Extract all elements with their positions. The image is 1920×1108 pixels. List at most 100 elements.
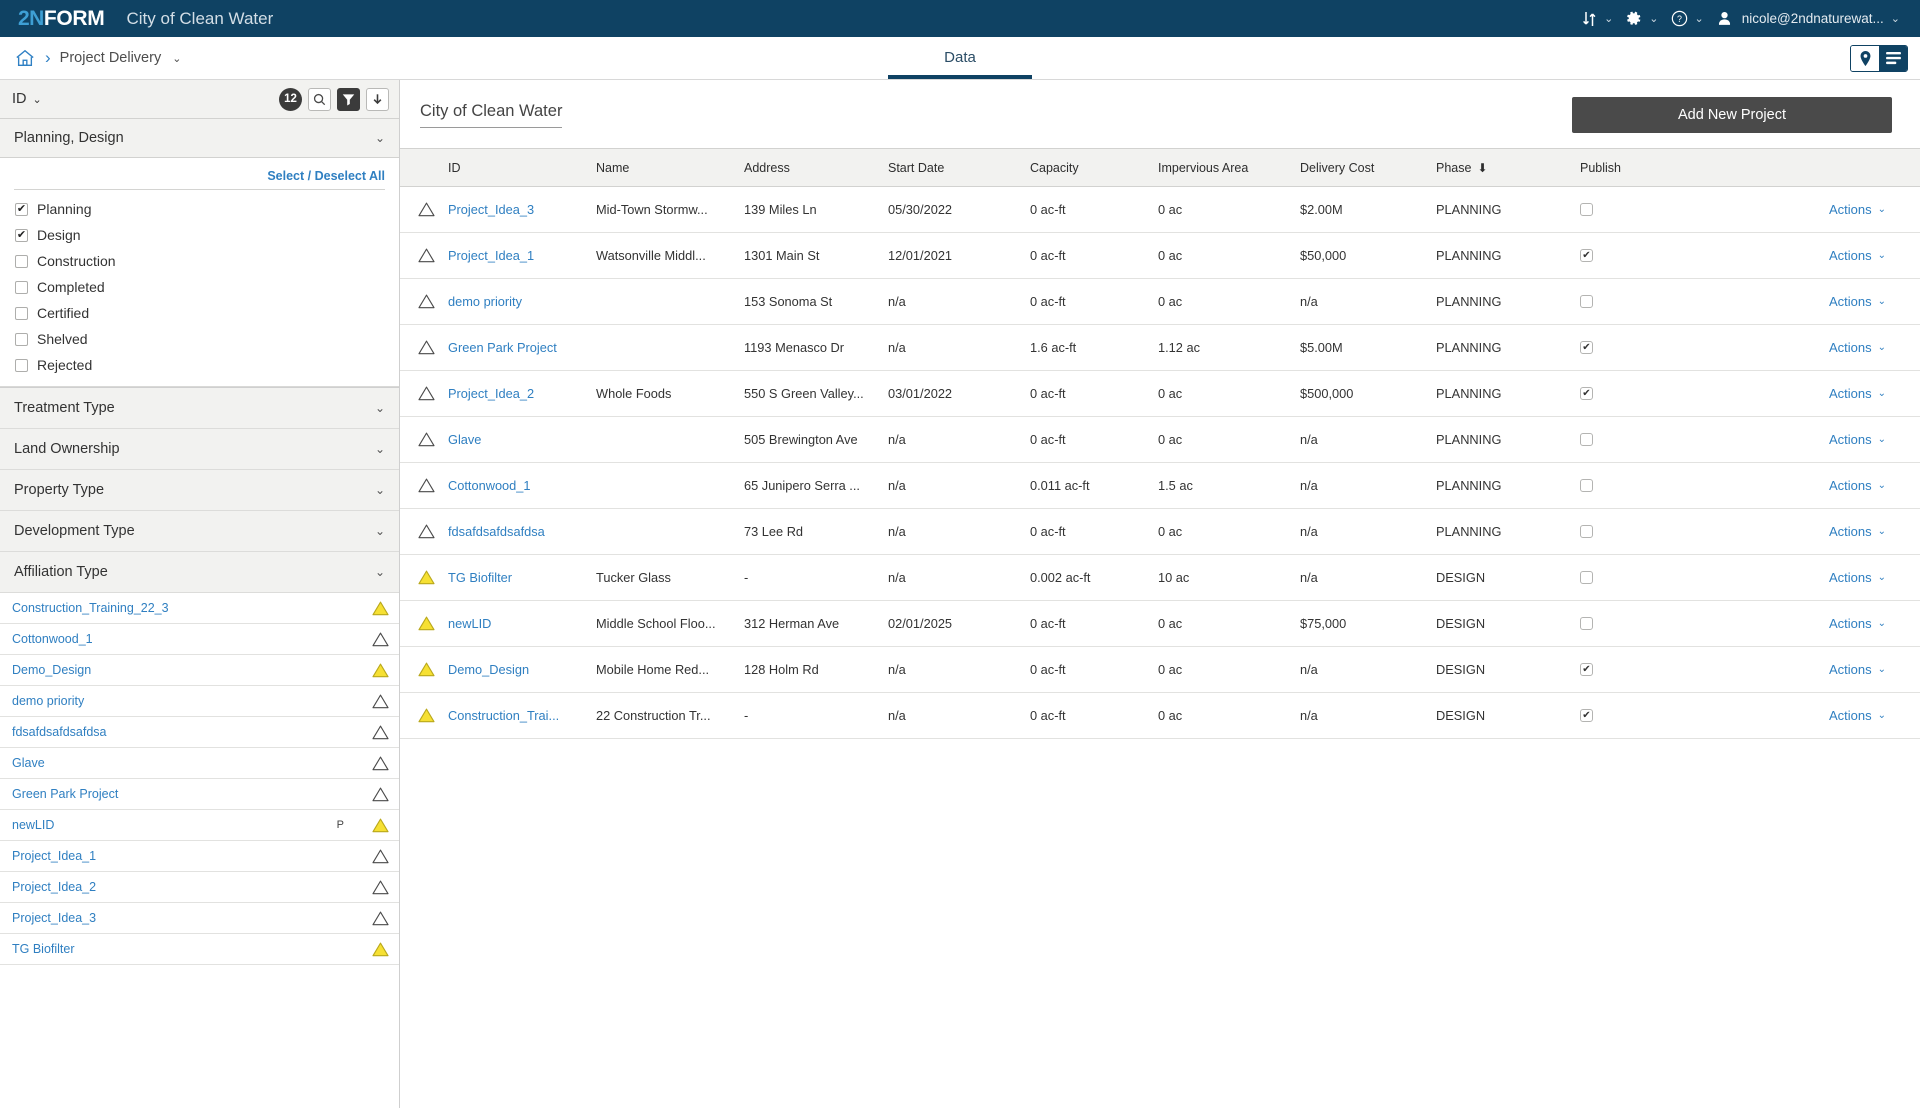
phase-option-rejected[interactable]: Rejected	[14, 352, 385, 378]
sidebar-project-item[interactable]: Construction_Training_22_3	[0, 593, 399, 624]
column-header-pub[interactable]: Publish	[1580, 148, 1700, 187]
home-icon[interactable]	[14, 48, 36, 68]
row-actions-menu[interactable]: Actions ⌄	[1829, 708, 1886, 723]
user-account-menu[interactable]: nicole@2ndnaturewat... ⌄	[1710, 0, 1906, 37]
table-row[interactable]: Project_Idea_2 Whole Foods 550 S Green Val…	[400, 370, 1920, 417]
sidebar-download-button[interactable]	[366, 87, 389, 111]
phase-option-checkbox[interactable]	[15, 332, 28, 346]
sidebar-project-item[interactable]: newLID P	[0, 810, 399, 841]
filter-group-land-ownership[interactable]: Land Ownership ⌄	[0, 429, 399, 470]
project-id-link[interactable]: Glave	[448, 432, 596, 447]
map-view-button[interactable]	[1851, 45, 1879, 71]
sidebar-project-name[interactable]: demo priority	[12, 694, 84, 708]
sidebar-project-item[interactable]: Glave	[0, 748, 399, 779]
publish-checkbox[interactable]	[1580, 525, 1593, 538]
phase-option-checkbox[interactable]	[15, 358, 28, 372]
table-row[interactable]: newLID Middle School Floo... 312 Herman Av…	[400, 600, 1920, 647]
table-row[interactable]: Glave 505 Brewington Ave n/a 0 ac-ft 0 ac n/a…	[400, 416, 1920, 463]
breadcrumb-project-delivery[interactable]: Project Delivery	[60, 50, 162, 66]
column-header-phase[interactable]: Phase ⬇	[1436, 148, 1580, 187]
sidebar-project-name[interactable]: TG Biofilter	[12, 942, 75, 956]
publish-checkbox[interactable]	[1580, 663, 1593, 676]
sidebar-project-name[interactable]: fdsafdsafdsafdsa	[12, 725, 107, 739]
sidebar-project-item[interactable]: Project_Idea_2	[0, 872, 399, 903]
sidebar-project-name[interactable]: Demo_Design	[12, 663, 91, 677]
sidebar-project-item[interactable]: Project_Idea_3	[0, 903, 399, 934]
phase-option-design[interactable]: Design	[14, 222, 385, 248]
project-id-link[interactable]: Project_Idea_2	[448, 386, 596, 401]
phase-option-construction[interactable]: Construction	[14, 248, 385, 274]
table-row[interactable]: Project_Idea_1 Watsonville Middl... 1301 M…	[400, 232, 1920, 279]
publish-checkbox[interactable]	[1580, 203, 1593, 216]
filter-group-property-type[interactable]: Property Type ⌄	[0, 470, 399, 511]
row-actions-menu[interactable]: Actions ⌄	[1829, 478, 1886, 493]
publish-checkbox[interactable]	[1580, 617, 1593, 630]
sidebar-sort-selector[interactable]: ID ⌄	[12, 91, 42, 107]
project-id-link[interactable]: Demo_Design	[448, 662, 596, 677]
column-header-cost[interactable]: Delivery Cost	[1300, 148, 1436, 187]
row-actions-menu[interactable]: Actions ⌄	[1829, 662, 1886, 677]
phase-option-checkbox[interactable]	[15, 306, 28, 320]
phase-option-checkbox[interactable]	[15, 280, 28, 294]
sidebar-search-button[interactable]	[308, 87, 331, 111]
list-view-button[interactable]	[1879, 45, 1907, 71]
breadcrumb-caret-icon[interactable]: ⌄	[172, 52, 181, 65]
sidebar-project-name[interactable]: Cottonwood_1	[12, 632, 93, 646]
table-row[interactable]: demo priority 153 Sonoma St n/a 0 ac-ft 0 ac…	[400, 278, 1920, 325]
column-header-imp[interactable]: Impervious Area	[1158, 148, 1300, 187]
row-actions-menu[interactable]: Actions ⌄	[1829, 432, 1886, 447]
project-id-link[interactable]: demo priority	[448, 294, 596, 309]
table-row[interactable]: Construction_Trai... 22 Construction Tr..…	[400, 692, 1920, 739]
column-header-addr[interactable]: Address	[744, 148, 888, 187]
sidebar-project-item[interactable]: TG Biofilter	[0, 934, 399, 965]
sidebar-project-item[interactable]: demo priority	[0, 686, 399, 717]
row-actions-menu[interactable]: Actions ⌄	[1829, 340, 1886, 355]
project-id-link[interactable]: fdsafdsafdsafdsa	[448, 524, 596, 539]
sidebar-project-name[interactable]: Glave	[12, 756, 45, 770]
sidebar-project-item[interactable]: Project_Idea_1	[0, 841, 399, 872]
project-id-link[interactable]: Project_Idea_1	[448, 248, 596, 263]
column-header-date[interactable]: Start Date	[888, 148, 1030, 187]
column-header-name[interactable]: Name	[596, 148, 744, 187]
project-id-link[interactable]: Project_Idea_3	[448, 202, 596, 217]
table-row[interactable]: Green Park Project 1193 Menasco Dr n/a 1.6 …	[400, 324, 1920, 371]
column-header-flag[interactable]	[400, 148, 448, 187]
sidebar-project-name[interactable]: Green Park Project	[12, 787, 118, 801]
phase-option-checkbox[interactable]	[15, 254, 28, 268]
publish-checkbox[interactable]	[1580, 571, 1593, 584]
row-actions-menu[interactable]: Actions ⌄	[1829, 386, 1886, 401]
column-header-act[interactable]	[1700, 148, 1920, 187]
sidebar-project-name[interactable]: Construction_Training_22_3	[12, 601, 169, 615]
publish-checkbox[interactable]	[1580, 341, 1593, 354]
phase-option-shelved[interactable]: Shelved	[14, 326, 385, 352]
sidebar-project-item[interactable]: fdsafdsafdsafdsa	[0, 717, 399, 748]
help-menu-button[interactable]: ? ⌄	[1665, 0, 1710, 37]
column-header-id[interactable]: ID	[448, 148, 596, 187]
phase-option-certified[interactable]: Certified	[14, 300, 385, 326]
row-actions-menu[interactable]: Actions ⌄	[1829, 202, 1886, 217]
filter-group-treatment-type[interactable]: Treatment Type ⌄	[0, 388, 399, 429]
sidebar-project-name[interactable]: Project_Idea_3	[12, 911, 96, 925]
row-actions-menu[interactable]: Actions ⌄	[1829, 294, 1886, 309]
sidebar-filter-button[interactable]	[337, 87, 360, 111]
sidebar-project-name[interactable]: Project_Idea_2	[12, 880, 96, 894]
sidebar-project-item[interactable]: Green Park Project	[0, 779, 399, 810]
sidebar-project-name[interactable]: Project_Idea_1	[12, 849, 96, 863]
table-row[interactable]: Project_Idea_3 Mid-Town Stormw... 139 Mile…	[400, 186, 1920, 233]
table-row[interactable]: fdsafdsafdsafdsa 73 Lee Rd n/a 0 ac-ft 0 ac n…	[400, 508, 1920, 555]
project-id-link[interactable]: newLID	[448, 616, 596, 631]
phase-option-planning[interactable]: Planning	[14, 196, 385, 222]
phase-option-completed[interactable]: Completed	[14, 274, 385, 300]
add-new-project-button[interactable]: Add New Project	[1572, 97, 1892, 133]
publish-checkbox[interactable]	[1580, 709, 1593, 722]
table-row[interactable]: Demo_Design Mobile Home Red... 128 Holm Rd…	[400, 646, 1920, 693]
publish-checkbox[interactable]	[1580, 479, 1593, 492]
settings-menu-button[interactable]: ⌄	[1619, 0, 1664, 37]
table-row[interactable]: Cottonwood_1 65 Junipero Serra ... n/a 0.01…	[400, 462, 1920, 509]
sidebar-project-name[interactable]: newLID	[12, 818, 54, 832]
select-deselect-all-link[interactable]: Select / Deselect All	[14, 164, 385, 189]
row-actions-menu[interactable]: Actions ⌄	[1829, 248, 1886, 263]
row-actions-menu[interactable]: Actions ⌄	[1829, 524, 1886, 539]
publish-checkbox[interactable]	[1580, 295, 1593, 308]
column-header-cap[interactable]: Capacity	[1030, 148, 1158, 187]
